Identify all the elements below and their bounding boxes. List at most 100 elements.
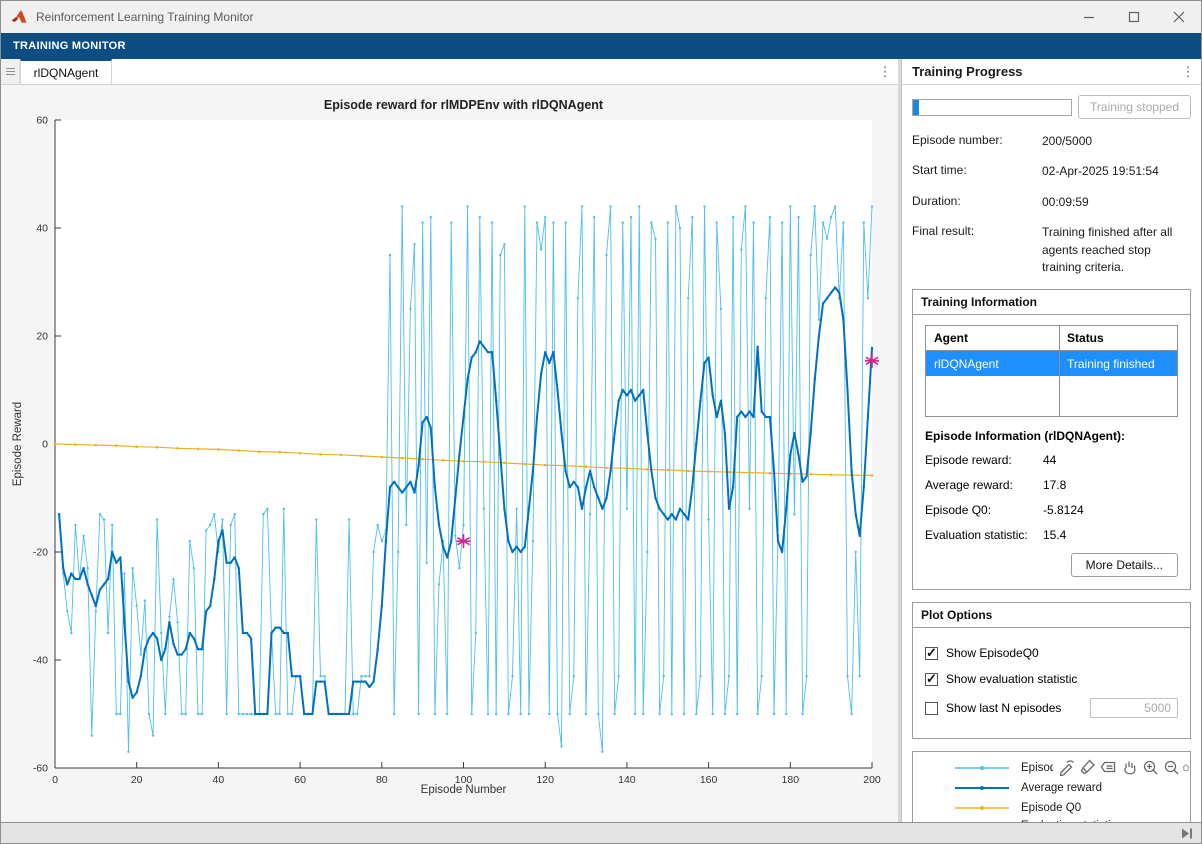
plot-options-group: Plot Options Show EpisodeQ0 Show evaluati… — [912, 602, 1191, 739]
episode-info-label: Episode reward: — [925, 453, 1043, 467]
panel-title: Training Progress — [912, 64, 1175, 79]
plot-option-row: Show last N episodes — [925, 698, 1178, 718]
info-row: Start time:02-Apr-2025 19:51:54 — [912, 163, 1191, 180]
legend-label: Average reward — [1021, 782, 1102, 795]
info-label: Duration: — [912, 194, 1042, 211]
info-value: Training finished after all agents reach… — [1042, 224, 1191, 276]
progress-fill — [913, 100, 919, 115]
legend-entry: Average reward — [953, 778, 1190, 798]
maximize-button[interactable] — [1111, 1, 1156, 33]
episode-info-row: Average reward:17.8 — [925, 478, 1178, 492]
zoom-out-icon[interactable] — [1161, 757, 1182, 778]
checkbox-label: Show evaluation statistic — [946, 672, 1077, 686]
svg-text:80: 80 — [376, 774, 388, 786]
column-header-agent: Agent — [926, 331, 1059, 345]
app-window: Reinforcement Learning Training Monitor … — [0, 0, 1202, 844]
checkbox-checked[interactable] — [925, 647, 938, 660]
restore-view-icon[interactable] — [1182, 757, 1190, 778]
agent-status-table: Agent Status rlDQNAgent Training finishe… — [925, 325, 1178, 417]
episode-info-label: Episode Q0: — [925, 503, 1043, 517]
document-options-icon[interactable]: ⋮ — [872, 59, 898, 84]
svg-text:160: 160 — [700, 774, 718, 786]
svg-text:Episode Reward: Episode Reward — [12, 402, 24, 486]
episode-info-value: 17.8 — [1043, 478, 1066, 492]
title-bar: Reinforcement Learning Training Monitor — [1, 1, 1201, 33]
info-label: Final result: — [912, 224, 1042, 276]
info-label: Start time: — [912, 163, 1042, 180]
expand-panel-icon[interactable] — [1181, 828, 1193, 839]
legend-label: Evaluation statistic(MeanEpisodeReward) — [1021, 820, 1139, 822]
episode-information: Episode reward:44 Average reward:17.8 Epis… — [925, 453, 1178, 542]
group-title: Training Information — [913, 290, 1190, 315]
episode-info-label: Evaluation statistic: — [925, 528, 1043, 542]
table-column-divider — [1059, 326, 1060, 416]
training-information-group: Training Information Agent Status rlDQNA… — [912, 289, 1191, 590]
svg-text:60: 60 — [294, 774, 306, 786]
pan-icon[interactable] — [1119, 757, 1140, 778]
svg-text:40: 40 — [36, 223, 48, 235]
episode-info-row: Evaluation statistic:15.4 — [925, 528, 1178, 542]
training-chart: Episode reward for rlMDPEnv with rlDQNAg… — [1, 85, 898, 822]
checkbox-checked[interactable] — [925, 673, 938, 686]
svg-text:0: 0 — [52, 774, 58, 786]
minimize-button[interactable] — [1066, 1, 1111, 33]
training-stopped-button[interactable]: Training stopped — [1078, 95, 1191, 119]
checkbox-label: Show last N episodes — [946, 701, 1061, 715]
info-label: Episode number: — [912, 133, 1042, 150]
legend-entry: Episode Q0 — [953, 798, 1190, 818]
chart-panel: rlDQNAgent ⋮ Episode reward for rlMDPEnv… — [1, 59, 898, 822]
training-progress-bar — [912, 99, 1072, 116]
matlab-logo-icon — [10, 9, 28, 25]
group-title: Plot Options — [913, 603, 1190, 628]
run-info: Episode number:200/5000 Start time:02-Apr… — [912, 133, 1191, 276]
cell-agent: rlDQNAgent — [926, 357, 1059, 371]
tab-training-monitor[interactable]: TRAINING MONITOR — [1, 33, 138, 59]
datatips-icon[interactable] — [1098, 757, 1119, 778]
svg-text:200: 200 — [863, 774, 881, 786]
zoom-in-icon[interactable] — [1140, 757, 1161, 778]
svg-text:180: 180 — [782, 774, 800, 786]
ribbon-toolstrip: TRAINING MONITOR — [1, 33, 1201, 59]
svg-text:-60: -60 — [33, 763, 48, 775]
window-title: Reinforcement Learning Training Monitor — [36, 10, 1066, 24]
checkbox-unchecked[interactable] — [925, 702, 938, 715]
tab-grip-icon[interactable] — [1, 59, 20, 84]
legend-marker-icon — [953, 780, 1011, 796]
tab-rldqnagent[interactable]: rlDQNAgent — [20, 59, 112, 84]
plot-option-row: Show evaluation statistic — [925, 672, 1178, 686]
export-icon[interactable] — [1056, 757, 1077, 778]
bottom-status-strip — [1, 822, 1201, 843]
svg-text:0: 0 — [42, 439, 48, 451]
panel-options-icon[interactable]: ⋮ — [1175, 64, 1201, 80]
svg-text:20: 20 — [131, 774, 143, 786]
svg-text:Episode reward for rlMDPEnv wi: Episode reward for rlMDPEnv with rlDQNAg… — [324, 98, 604, 112]
more-details-button[interactable]: More Details... — [1071, 553, 1178, 577]
episode-info-row: Episode Q0:-5.8124 — [925, 503, 1178, 517]
info-value: 200/5000 — [1042, 133, 1191, 150]
episode-information-title: Episode Information (rlDQNAgent): — [925, 429, 1178, 443]
close-button[interactable] — [1156, 1, 1201, 33]
plot-option-row: Show EpisodeQ0 — [925, 646, 1178, 660]
episode-info-value: -5.8124 — [1043, 503, 1084, 517]
training-progress-panel: Training Progress ⋮ Training stopped Epi… — [901, 59, 1201, 822]
svg-text:40: 40 — [213, 774, 225, 786]
episode-info-value: 44 — [1043, 453, 1056, 467]
svg-text:20: 20 — [36, 331, 48, 343]
legend-marker-icon — [953, 760, 1011, 776]
legend-label: Episode Q0 — [1021, 802, 1081, 815]
episode-info-row: Episode reward:44 — [925, 453, 1178, 467]
last-n-episodes-input[interactable] — [1090, 698, 1178, 718]
checkbox-label: Show EpisodeQ0 — [946, 646, 1039, 660]
chart-legend: Episode rewardAverage rewardEpisode Q0Ev… — [912, 751, 1191, 822]
legend-entry: Evaluation statistic(MeanEpisodeReward) — [953, 818, 1190, 822]
training-figure: Episode reward for rlMDPEnv with rlDQNAg… — [1, 85, 898, 822]
table-row[interactable]: rlDQNAgent Training finished — [926, 351, 1177, 376]
info-value: 00:09:59 — [1042, 194, 1191, 211]
info-row: Episode number:200/5000 — [912, 133, 1191, 150]
column-header-status: Status — [1059, 331, 1177, 345]
svg-text:140: 140 — [618, 774, 636, 786]
svg-text:-40: -40 — [33, 655, 48, 667]
svg-text:-20: -20 — [33, 547, 48, 559]
brush-icon[interactable] — [1077, 757, 1098, 778]
svg-text:120: 120 — [536, 774, 554, 786]
